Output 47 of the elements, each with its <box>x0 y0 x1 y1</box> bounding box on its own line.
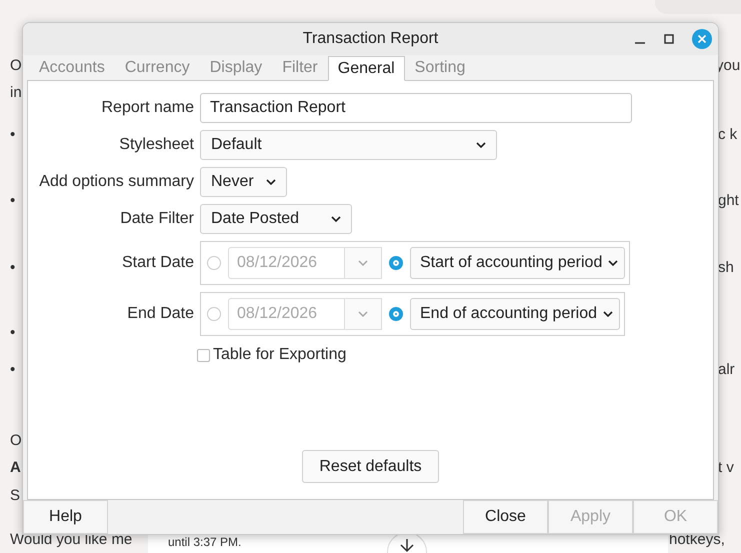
dropdown[interactable]: Never <box>200 167 287 197</box>
help-button[interactable]: Help <box>23 500 108 534</box>
dropdown[interactable]: Date Posted <box>200 204 352 234</box>
checkbox[interactable] <box>197 348 210 362</box>
radio-button[interactable] <box>207 307 221 321</box>
dropdown[interactable]: End of accounting period <box>410 298 620 330</box>
tab[interactable]: General <box>328 56 405 81</box>
field-label: End Date <box>126 305 194 323</box>
field-label: Report name <box>100 99 194 117</box>
page-text: S <box>10 486 20 506</box>
page-text: sh <box>718 258 734 278</box>
page-text: O <box>10 431 22 451</box>
reset-defaults-button[interactable]: Reset defaults <box>302 450 439 483</box>
field-label: Add options summary <box>38 173 194 191</box>
page-text: t v <box>718 458 734 478</box>
radio-button[interactable] <box>389 307 403 321</box>
dropdown[interactable]: Default <box>200 130 497 160</box>
chevron-down-icon <box>358 311 368 317</box>
field-label: Date Filter <box>119 210 194 228</box>
page-text: ght <box>718 191 739 211</box>
page-text: in <box>10 83 22 103</box>
page-text: • <box>10 191 16 211</box>
page-text: • <box>10 125 16 145</box>
field-label: Start Date <box>120 254 194 272</box>
chevron-down-icon <box>608 260 618 266</box>
chevron-down-icon <box>358 260 368 266</box>
page-text: alr <box>718 360 735 380</box>
radio-button[interactable] <box>207 256 221 270</box>
arrow-down-icon <box>399 539 415 553</box>
radio-button[interactable] <box>389 256 403 270</box>
chevron-down-icon <box>266 179 276 185</box>
window-title: Transaction Report <box>302 30 438 48</box>
chevron-down-icon <box>603 311 614 317</box>
page-text: A <box>10 458 21 478</box>
checkbox-label: Table for Exporting <box>213 346 346 364</box>
page-text: • <box>10 258 16 278</box>
maximize-icon[interactable] <box>663 33 675 45</box>
close-icon[interactable] <box>692 29 712 49</box>
chevron-down-icon <box>476 142 486 148</box>
report-name-field[interactable]: Transaction Report <box>200 93 632 123</box>
dropdown[interactable]: Start of accounting period <box>410 247 626 279</box>
chevron-down-icon <box>331 216 341 222</box>
dialog-button[interactable]: Close <box>463 500 548 534</box>
page-text: O <box>10 56 22 76</box>
field-label: Stylesheet <box>118 136 194 154</box>
page-text: • <box>10 360 16 380</box>
page-text: • <box>10 323 16 343</box>
